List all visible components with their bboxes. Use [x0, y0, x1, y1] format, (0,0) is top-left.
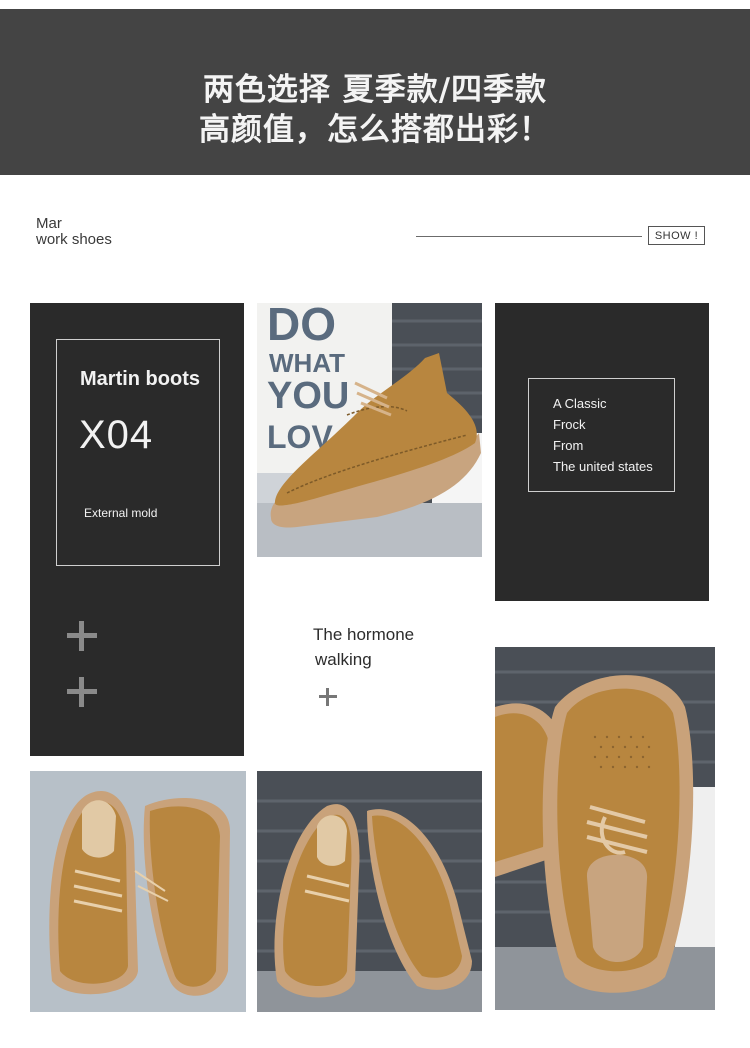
brand-label: Mar work shoes — [36, 216, 112, 248]
brand-line2: work shoes — [36, 231, 112, 248]
caption-line2: walking — [315, 650, 372, 669]
brand-line1: Mar — [36, 215, 62, 232]
caption-line1: The hormone — [313, 625, 415, 644]
product-photo-3 — [30, 771, 246, 1012]
product-photo-1: DO WHAT YOU LOV — [257, 303, 482, 557]
product-title: Martin boots — [80, 368, 200, 390]
product-photo-2 — [495, 647, 715, 1010]
plus-icon — [319, 688, 337, 706]
plus-icon — [67, 677, 97, 707]
product-subtitle: External mold — [84, 506, 158, 520]
product-code: X04 — [79, 413, 154, 457]
plus-icon — [67, 621, 97, 651]
headline-line1: 两色选择 夏季款/四季款 — [202, 72, 548, 108]
right-line-3: From — [553, 438, 584, 453]
divider-line — [416, 236, 642, 237]
right-line-1: A Classic — [553, 396, 607, 411]
headline-line2: 高颜值，怎么搭都出彩！ — [199, 112, 551, 148]
right-line-2: Frock — [553, 417, 586, 432]
show-button[interactable]: SHOW ! — [648, 226, 705, 245]
center-caption: The hormone walking — [313, 622, 414, 672]
product-photo-4 — [257, 771, 482, 1012]
right-line-4: The united states — [553, 459, 653, 474]
